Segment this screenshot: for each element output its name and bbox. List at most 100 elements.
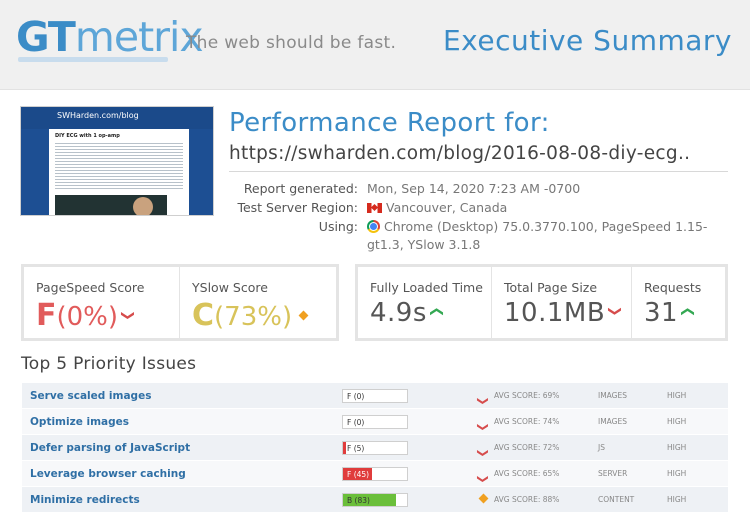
issue-row[interactable]: Minimize redirects B (83) AVG SCORE: 88% CO…	[22, 487, 728, 513]
issue-row[interactable]: Leverage browser caching F (45) ❯ AVG SCORE…	[22, 461, 728, 487]
url-divider	[229, 171, 728, 172]
chrome-icon	[367, 220, 380, 233]
site-screenshot-thumbnail: SWHarden.com/blog DIY ECG with 1 op-amp	[20, 106, 214, 216]
issue-avg-score: AVG SCORE: 74%	[494, 417, 560, 426]
chevron-down-icon: ❯	[476, 422, 490, 432]
thumbnail-text-lines	[55, 143, 183, 191]
issue-score-gauge: F (5)	[342, 441, 408, 455]
report-header: GTmetrix The web should be fast. Executi…	[0, 0, 750, 90]
issue-score-fill	[343, 442, 347, 454]
issue-grade-text: F (45)	[347, 470, 370, 479]
chevron-up-icon: ❯	[680, 305, 696, 318]
priority-issues-table: Serve scaled images F (0) ❯ AVG SCORE: 69% I…	[22, 383, 728, 513]
issue-category: SERVER	[598, 469, 628, 478]
chevron-down-icon: ❯	[476, 448, 490, 458]
tagline: The web should be fast.	[186, 33, 397, 53]
issue-priority: HIGH	[667, 443, 687, 452]
issue-category: IMAGES	[598, 391, 627, 400]
yslow-score-value: C(73%)	[192, 298, 309, 333]
issue-avg-score: AVG SCORE: 65%	[494, 469, 560, 478]
gtmetrix-logo[interactable]: GTmetrix	[16, 12, 204, 62]
issue-category: JS	[598, 443, 605, 452]
chevron-down-icon: ❯	[476, 474, 490, 484]
chevron-down-icon: ❯	[607, 305, 623, 318]
fully-loaded-time-label: Fully Loaded Time	[370, 280, 483, 295]
requests-value-wrap: 31 ❯	[644, 298, 696, 328]
fully-loaded-time-cell[interactable]: Fully Loaded Time 4.9s ❯	[358, 267, 492, 338]
diamond-icon	[298, 310, 309, 321]
issue-name-link[interactable]: Minimize redirects	[30, 494, 140, 506]
total-page-size-label: Total Page Size	[504, 280, 598, 295]
chevron-up-icon: ❯	[429, 305, 445, 318]
requests-cell[interactable]: Requests 31 ❯	[632, 267, 725, 338]
performance-report-title: Performance Report for:	[229, 108, 550, 138]
test-server-region-label: Test Server Region:	[237, 200, 358, 215]
issue-avg-score: AVG SCORE: 69%	[494, 391, 560, 400]
region-text: Vancouver, Canada	[386, 200, 508, 215]
yslow-score-cell[interactable]: YSlow Score C(73%)	[180, 267, 336, 338]
issue-category: CONTENT	[598, 495, 635, 504]
fully-loaded-time-value-wrap: 4.9s ❯	[370, 298, 445, 328]
pagespeed-score-value: F(0%) ❯	[36, 298, 135, 333]
canada-flag-icon	[367, 203, 382, 213]
fully-loaded-time-value: 4.9s	[370, 298, 427, 328]
test-server-region-value: Vancouver, Canada	[367, 200, 507, 215]
issue-grade-text: F (0)	[347, 392, 365, 401]
page-details-panel: Fully Loaded Time 4.9s ❯ Total Page Size …	[355, 264, 728, 341]
issue-name-link[interactable]: Defer parsing of JavaScript	[30, 442, 190, 454]
issue-avg-score: AVG SCORE: 88%	[494, 495, 560, 504]
issue-row[interactable]: Serve scaled images F (0) ❯ AVG SCORE: 69% I…	[22, 383, 728, 409]
report-generated-value: Mon, Sep 14, 2020 7:23 AM -0700	[367, 181, 581, 196]
using-value-line1: Chrome (Desktop) 75.0.3770.100, PageSpee…	[367, 219, 707, 234]
issue-name-link[interactable]: Leverage browser caching	[30, 468, 186, 480]
logo-metrix: metrix	[74, 13, 204, 61]
yslow-score-label: YSlow Score	[192, 280, 268, 295]
issue-name-link[interactable]: Optimize images	[30, 416, 129, 428]
report-generated-label: Report generated:	[243, 181, 358, 196]
issue-name-link[interactable]: Serve scaled images	[30, 390, 151, 402]
yslow-grade: C	[192, 298, 215, 333]
thumbnail-post-title: DIY ECG with 1 op-amp	[55, 133, 120, 139]
chevron-down-icon: ❯	[120, 310, 135, 321]
priority-issues-title: Top 5 Priority Issues	[21, 354, 197, 374]
thumbnail-video	[55, 195, 167, 215]
requests-value: 31	[644, 298, 679, 328]
logo-gt: GT	[16, 13, 76, 61]
issue-score-gauge: F (0)	[342, 415, 408, 429]
issue-grade-text: B (83)	[347, 496, 370, 505]
performance-scores-panel: PageSpeed Score F(0%) ❯ YSlow Score C(73%…	[21, 264, 339, 341]
issue-priority: HIGH	[667, 495, 687, 504]
issue-row[interactable]: Optimize images F (0) ❯ AVG SCORE: 74% IMAGE…	[22, 409, 728, 435]
pagespeed-grade: F	[36, 298, 57, 333]
report-url[interactable]: https://swharden.com/blog/2016-08-08-diy…	[229, 143, 729, 164]
chevron-down-icon: ❯	[476, 396, 490, 406]
thumbnail-banner: SWHarden.com/blog	[21, 107, 213, 129]
issue-score-gauge: F (0)	[342, 389, 408, 403]
issue-priority: HIGH	[667, 391, 687, 400]
issue-priority: HIGH	[667, 469, 687, 478]
using-text-line1: Chrome (Desktop) 75.0.3770.100, PageSpee…	[384, 219, 708, 234]
pagespeed-percent: (0%)	[56, 302, 119, 332]
thumbnail-site-label: SWHarden.com/blog	[57, 111, 139, 120]
total-page-size-value-wrap: 10.1MB ❯	[504, 298, 623, 328]
issue-grade-text: F (5)	[347, 444, 365, 453]
using-label: Using:	[318, 219, 358, 234]
thumbnail-video-face	[133, 197, 153, 215]
issue-priority: HIGH	[667, 417, 687, 426]
total-page-size-value: 10.1MB	[504, 298, 606, 328]
page-title: Executive Summary	[442, 24, 732, 57]
issue-avg-score: AVG SCORE: 72%	[494, 443, 560, 452]
requests-label: Requests	[644, 280, 702, 295]
yslow-percent: (73%)	[214, 302, 293, 332]
pagespeed-score-cell[interactable]: PageSpeed Score F(0%) ❯	[24, 267, 180, 338]
issue-category: IMAGES	[598, 417, 627, 426]
using-value-line2: gt1.3, YSlow 3.1.8	[367, 237, 481, 252]
logo-underline	[18, 57, 168, 62]
pagespeed-score-label: PageSpeed Score	[36, 280, 145, 295]
total-page-size-cell[interactable]: Total Page Size 10.1MB ❯	[492, 267, 632, 338]
issue-row[interactable]: Defer parsing of JavaScript F (5) ❯ AVG SCO…	[22, 435, 728, 461]
issue-grade-text: F (0)	[347, 418, 365, 427]
diamond-icon	[478, 493, 490, 505]
thumbnail-content: DIY ECG with 1 op-amp	[49, 129, 189, 215]
issue-score-gauge: F (45)	[342, 467, 408, 481]
